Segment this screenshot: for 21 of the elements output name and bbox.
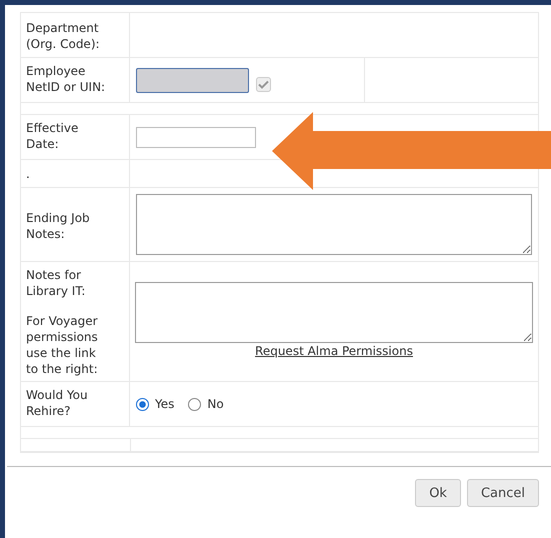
permissions-link[interactable]: Request Alma Permissions xyxy=(255,344,413,358)
field-label: Would You Rehire? xyxy=(26,388,88,418)
field-label: Employee NetID or UIN: xyxy=(26,64,106,94)
field-label: Department (Org. Code): xyxy=(26,20,101,52)
date-field[interactable] xyxy=(136,126,256,148)
ok-button[interactable]: Ok xyxy=(415,479,461,507)
field-label: Ending Job Notes: xyxy=(26,211,90,241)
notes-field[interactable] xyxy=(135,282,533,343)
option-label: No xyxy=(207,397,224,411)
checkbox[interactable] xyxy=(256,76,271,92)
radio-button[interactable] xyxy=(136,398,149,410)
cancel-button[interactable]: Cancel xyxy=(466,479,539,507)
arrow-icon xyxy=(272,112,551,190)
field-label: . xyxy=(26,166,30,182)
field-note: For Voyager permissions use the link to the right: xyxy=(26,313,99,377)
radio-button[interactable] xyxy=(188,398,202,410)
notes-field[interactable] xyxy=(136,194,532,255)
field-label: Effective Date: xyxy=(26,121,78,151)
option-label: Yes xyxy=(155,397,174,411)
netid-field[interactable] xyxy=(136,68,249,92)
field-label: Notes for Library IT: xyxy=(26,268,86,298)
